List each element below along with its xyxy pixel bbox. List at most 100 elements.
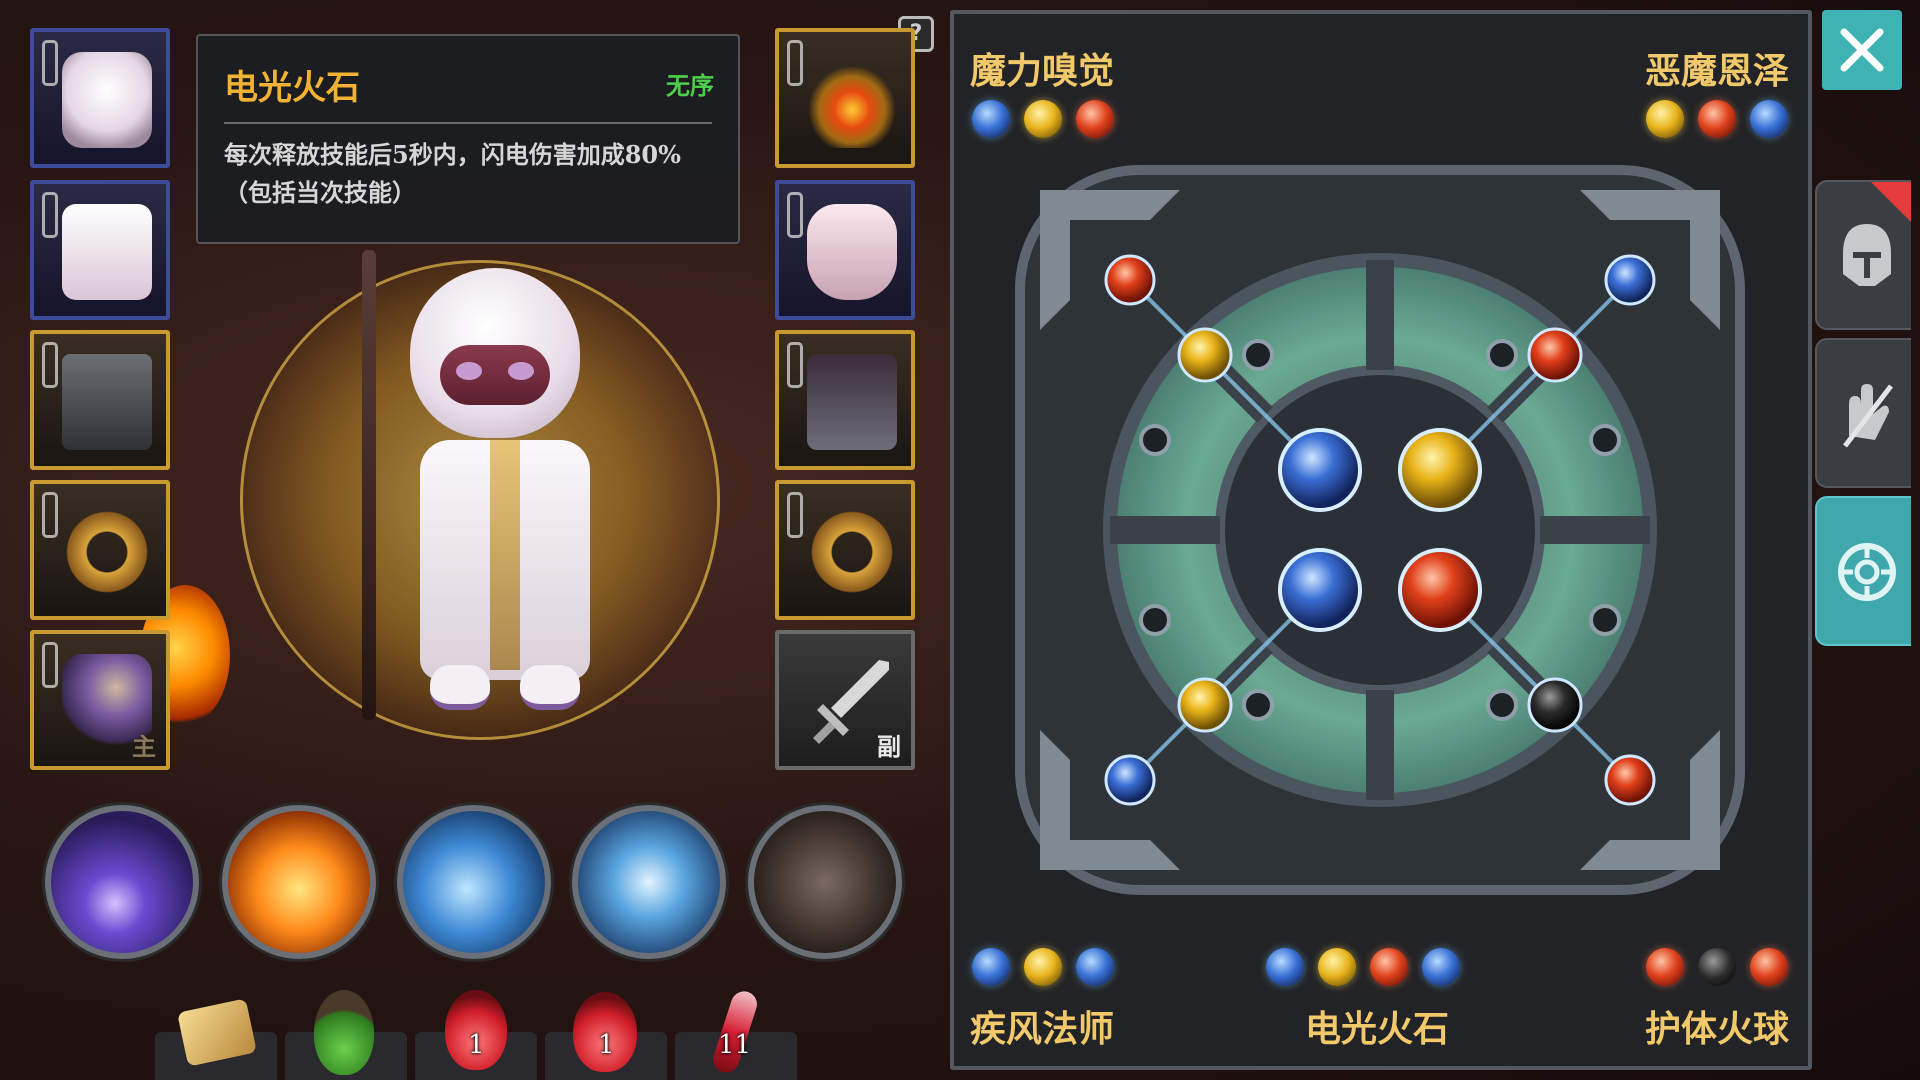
equip-slot-boots[interactable] [775, 330, 915, 470]
ring-icon [62, 504, 152, 600]
yellow-gem-icon [1318, 948, 1356, 986]
lock-icon [787, 342, 803, 388]
blue-gem-icon [1278, 428, 1362, 512]
combo-title[interactable]: 电光火石 [1305, 1000, 1449, 1052]
blue-gem-icon [1278, 548, 1362, 632]
equip-slot-amulet[interactable] [775, 28, 915, 168]
empty-socket [1139, 604, 1171, 636]
yellow-gem-icon [1398, 428, 1482, 512]
red-gem-icon [1104, 254, 1156, 306]
red-gem-icon [1527, 327, 1583, 383]
rune-board [1015, 165, 1745, 895]
empty-socket [1486, 689, 1518, 721]
boots-icon [807, 354, 897, 450]
equip-slot-head[interactable] [30, 28, 170, 168]
staff [362, 250, 376, 720]
combo-gem-row [1266, 948, 1460, 988]
lock-icon [42, 40, 58, 86]
red-gem-icon [1750, 948, 1788, 986]
combo-title[interactable]: 护体火球 [1645, 1000, 1789, 1052]
red-gem-icon [1398, 548, 1482, 632]
blue-gem-icon [972, 100, 1010, 138]
empty-socket [1139, 424, 1171, 456]
lock-icon [42, 492, 58, 538]
combo-gem-row [1646, 948, 1788, 988]
yellow-gem-icon [1177, 677, 1233, 733]
blue-gem-icon [1750, 100, 1788, 138]
empty-socket [1242, 689, 1274, 721]
red-gem-icon [1076, 100, 1114, 138]
lock-icon [42, 342, 58, 388]
empty-socket [1589, 604, 1621, 636]
close-icon [1840, 28, 1884, 72]
combo-title[interactable]: 疾风法师 [970, 1000, 1114, 1052]
combo-gem-row [1646, 100, 1788, 140]
armor-icon [62, 354, 152, 450]
blue-gem-icon [1604, 254, 1656, 306]
robe-icon [62, 204, 152, 300]
blue-gem-icon [1076, 948, 1114, 986]
close-button[interactable] [1822, 10, 1902, 90]
equip-slot-main-weapon[interactable]: 主 [30, 630, 170, 770]
rune-icon [1838, 543, 1896, 601]
equip-slot-ring-right[interactable] [775, 480, 915, 620]
item-count: 1 [598, 1030, 615, 1060]
lightning-orb-skill-icon[interactable] [45, 805, 199, 959]
blue-gem-icon [1266, 948, 1304, 986]
empty-socket [1242, 339, 1274, 371]
yellow-gem-icon [1024, 948, 1062, 986]
character-model[interactable] [280, 250, 700, 740]
equip-slot-gloves[interactable] [775, 180, 915, 320]
black-gem-icon [1698, 948, 1736, 986]
equip-slot-armor[interactable] [30, 330, 170, 470]
red-gem-icon [1604, 754, 1656, 806]
empty-socket [1486, 339, 1518, 371]
black-gem-icon [1527, 677, 1583, 733]
item-count: 11 [718, 1030, 752, 1060]
empty-socket [1589, 424, 1621, 456]
main-hand-tag: 主 [132, 732, 156, 761]
equip-slot-body[interactable] [30, 180, 170, 320]
tab-helmet[interactable] [1815, 180, 1911, 330]
red-gem-icon [1698, 100, 1736, 138]
off-hand-tag: 副 [877, 732, 901, 761]
notification-badge [1871, 182, 1911, 222]
tab-equipment[interactable] [1815, 338, 1911, 488]
character-boot [430, 665, 490, 710]
glove-sword-icon [1843, 384, 1893, 448]
tooltip-order-badge: 无序 [666, 71, 714, 100]
helmet-icon [1843, 224, 1891, 286]
character-eye [508, 362, 534, 380]
fire-skill-icon[interactable] [222, 805, 376, 959]
tab-runes[interactable] [1815, 496, 1911, 646]
yellow-gem-icon [1177, 327, 1233, 383]
blue-gem-icon [972, 948, 1010, 986]
red-gem-icon [1646, 948, 1684, 986]
equip-slot-off-hand[interactable]: 副 [775, 630, 915, 770]
lock-icon [787, 192, 803, 238]
amulet-icon [807, 52, 897, 148]
blue-gem-icon [1104, 754, 1156, 806]
yellow-gem-icon [1024, 100, 1062, 138]
glove-icon [807, 204, 897, 300]
tooltip-divider [224, 122, 712, 124]
combo-gem-row [972, 100, 1114, 140]
combo-title[interactable]: 魔力嗅觉 [970, 42, 1114, 94]
dash-skill-icon[interactable] [748, 805, 902, 959]
lightning-storm-skill-icon[interactable] [572, 805, 726, 959]
lock-icon [787, 492, 803, 538]
ring-icon [807, 504, 897, 600]
combo-title[interactable]: 恶魔恩泽 [1645, 42, 1789, 94]
green-potion-icon[interactable] [314, 990, 374, 1075]
equip-slot-ring-left[interactable] [30, 480, 170, 620]
character-robe-trim [490, 440, 520, 670]
combo-gem-row [972, 948, 1114, 988]
item-count: 1 [468, 1030, 485, 1060]
character-boot [520, 665, 580, 710]
lock-icon [787, 40, 803, 86]
lock-icon [42, 642, 58, 688]
blue-gem-icon [1422, 948, 1460, 986]
lock-icon [42, 192, 58, 238]
hood-icon [62, 52, 152, 148]
ice-shard-skill-icon[interactable] [397, 805, 551, 959]
